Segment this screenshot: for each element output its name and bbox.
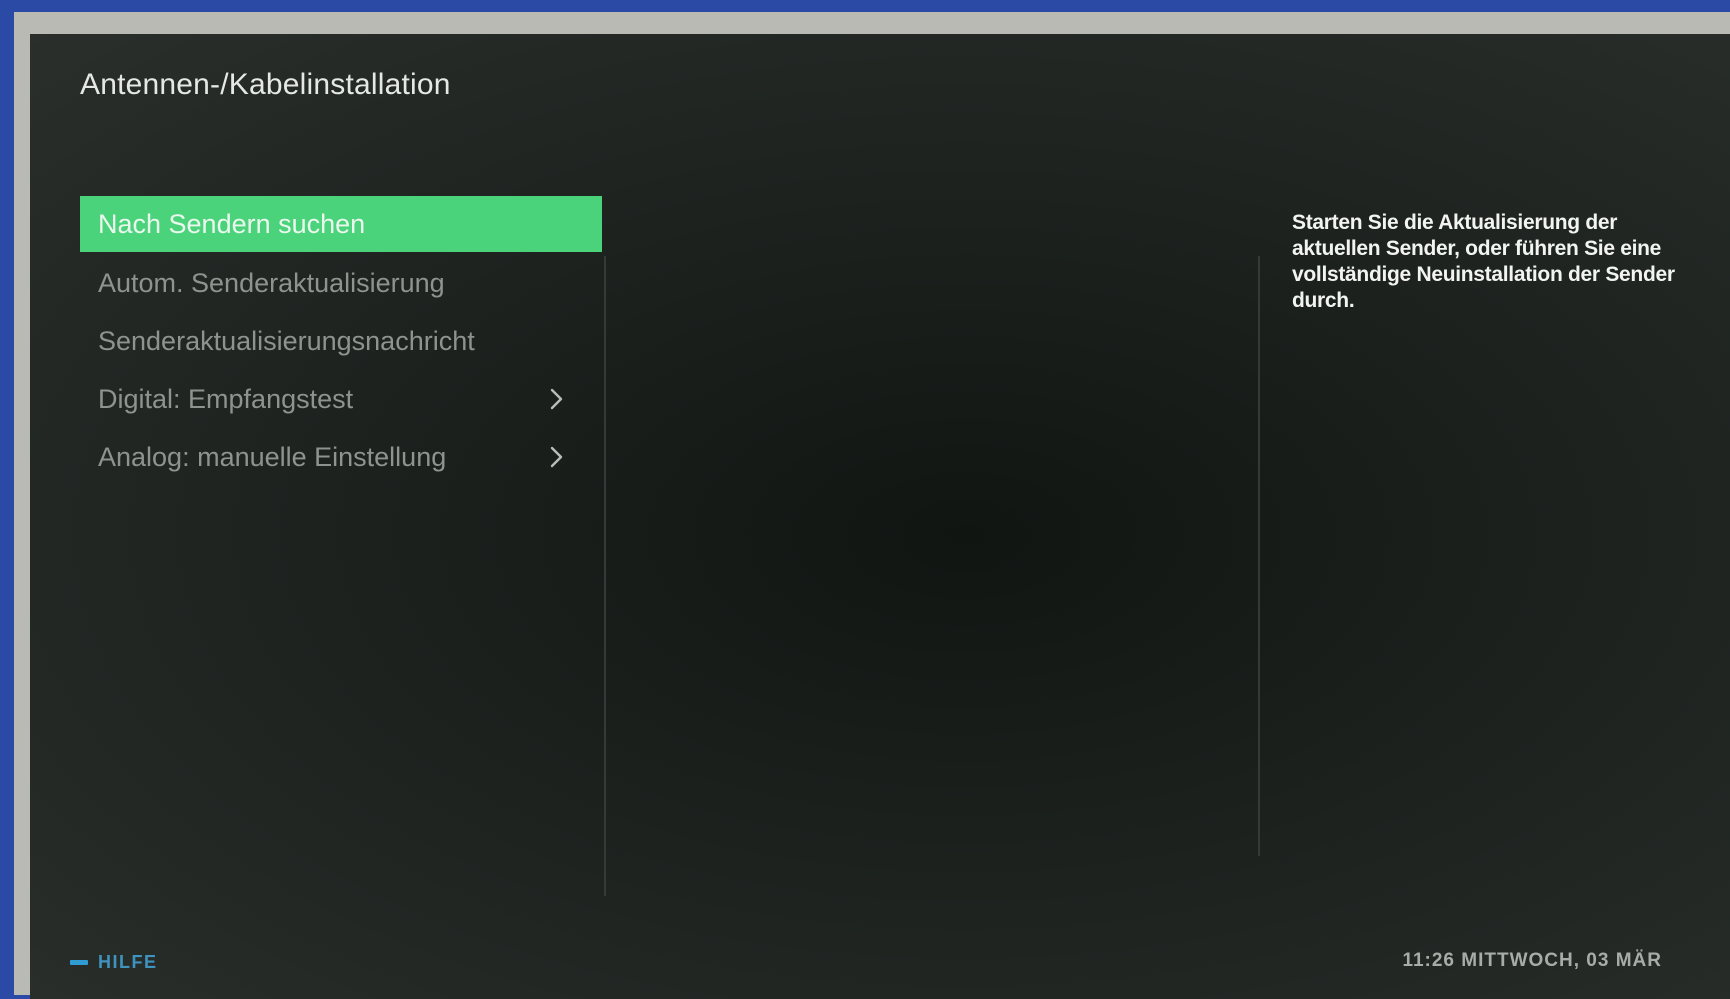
panel-divider (604, 256, 606, 896)
menu-item-label: Nach Sendern suchen (98, 209, 366, 239)
tv-frame: Antennen-/Kabelinstallation Nach Sendern… (14, 12, 1730, 999)
menu-item-senderaktualisierungsnachricht[interactable]: Senderaktualisierungsnachricht (80, 312, 602, 370)
page-title: Antennen-/Kabelinstallation (80, 68, 451, 101)
chevron-right-icon (542, 428, 572, 486)
tv-screen: Antennen-/Kabelinstallation Nach Sendern… (30, 34, 1730, 999)
menu-item-analog-manuelle-einstellung[interactable]: Analog: manuelle Einstellung (80, 428, 602, 486)
menu-item-nach-sendern-suchen[interactable]: Nach Sendern suchen (80, 196, 602, 252)
menu-item-label: Analog: manuelle Einstellung (98, 442, 447, 472)
menu-item-label: Senderaktualisierungsnachricht (98, 326, 475, 356)
chevron-right-icon (542, 370, 572, 428)
menu-item-digital-empfangstest[interactable]: Digital: Empfangstest (80, 370, 602, 428)
menu-item-label: Autom. Senderaktualisierung (98, 268, 445, 298)
help-hint-label: HILFE (98, 952, 158, 972)
settings-menu: Nach Sendern suchen Autom. Senderaktuali… (80, 196, 602, 486)
menu-item-label: Digital: Empfangstest (98, 384, 354, 414)
datetime-display: 11:26 MITTWOCH, 03 MÄR (1402, 950, 1662, 971)
panel-divider (1258, 256, 1260, 856)
help-hint[interactable]: HILFE (70, 952, 158, 973)
minus-icon (70, 960, 88, 965)
help-description: Starten Sie die Aktualisierung der aktue… (1292, 211, 1675, 312)
menu-item-autom-senderaktualisierung[interactable]: Autom. Senderaktualisierung (80, 254, 602, 312)
